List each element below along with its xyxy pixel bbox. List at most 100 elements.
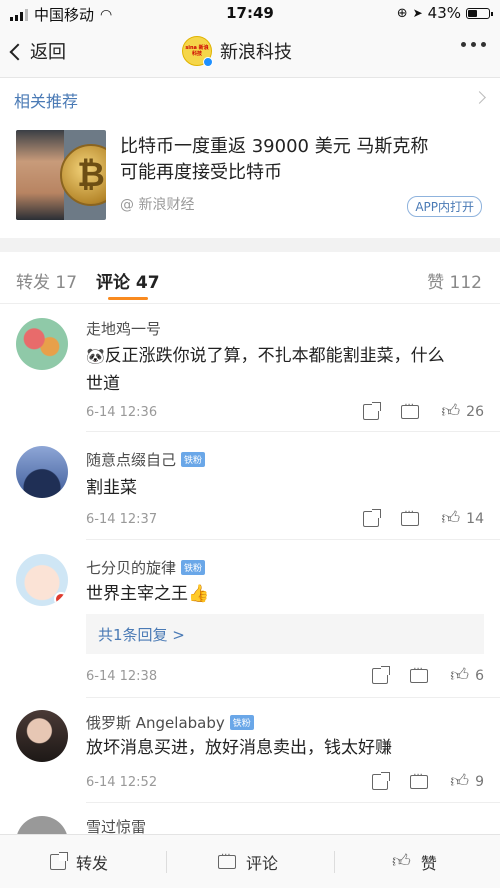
related-header[interactable]: 相关推荐	[0, 78, 500, 118]
reply-button[interactable]	[410, 770, 429, 789]
comment-user[interactable]: 七分贝的旋律 铁粉	[86, 557, 206, 578]
share-button[interactable]	[363, 402, 382, 420]
article-source: @ 新浪财经	[120, 197, 195, 213]
back-label: 返回	[30, 42, 66, 63]
avatar[interactable]	[16, 446, 68, 498]
chevron-left-icon	[9, 43, 27, 60]
fan-badge: 铁粉	[229, 715, 254, 730]
comment-icon	[410, 664, 429, 683]
comment-user[interactable]: 走地鸡一号	[86, 318, 161, 339]
orientation-lock-icon: ⊕	[396, 5, 408, 21]
avatar[interactable]	[16, 816, 68, 834]
more-options-icon[interactable]	[461, 42, 486, 47]
tab-bar: 转发 17 评论 47 赞 112	[0, 252, 500, 304]
section-divider	[0, 238, 500, 252]
open-in-app-button[interactable]: APP内打开	[407, 196, 482, 217]
reply-button[interactable]	[401, 507, 420, 526]
like-count: 6	[475, 668, 484, 684]
comment-time: 6-14 12:36	[86, 405, 158, 420]
vip-icon	[54, 592, 68, 606]
avatar[interactable]	[16, 710, 68, 762]
comment-actions: 👍︎ 9	[372, 770, 484, 792]
battery-icon	[466, 7, 493, 19]
like-button[interactable]: 👍︎ 14	[441, 510, 484, 528]
username[interactable]: 七分贝的旋律	[86, 557, 176, 578]
comment-item: 走地鸡一号 🐼反正涨跌你说了算，不扎本都能割韭菜，什么 世道 6-14 12:3…	[0, 304, 500, 432]
comment-icon	[218, 850, 236, 869]
article-title-line1: 比特币一度重返 39000 美元 马斯克称	[120, 136, 429, 157]
bottom-repost-button[interactable]: 转发	[50, 850, 108, 874]
thumbs-up-icon: 👍︎	[392, 851, 411, 872]
bitcoin-icon: ₿	[60, 144, 106, 206]
like-button[interactable]: 👍︎ 26	[441, 401, 484, 422]
back-button[interactable]: 返回	[9, 38, 66, 64]
share-button[interactable]	[363, 509, 382, 527]
verified-icon	[203, 57, 213, 67]
comment-user[interactable]: 俄罗斯 Angelababy 铁粉	[86, 712, 254, 733]
sina-logo: sina 新浪科技	[182, 36, 213, 67]
tab-likes[interactable]: 赞 112	[427, 268, 482, 293]
avatar[interactable]	[16, 318, 68, 370]
battery-percent: 43%	[427, 4, 461, 22]
active-tab-indicator	[108, 297, 148, 300]
bottom-comment-label: 评论	[246, 854, 279, 873]
username[interactable]: 俄罗斯 Angelababy	[86, 712, 225, 733]
comment-divider	[86, 802, 500, 803]
username[interactable]: 走地鸡一号	[86, 318, 161, 339]
share-button[interactable]	[372, 772, 391, 790]
bottom-like-label: 赞	[420, 854, 437, 873]
article-title-line2: 可能再度接受比特币	[120, 162, 282, 183]
article-title: 比特币一度重返 39000 美元 马斯克称 可能再度接受比特币	[120, 134, 482, 186]
related-label: 相关推荐	[14, 92, 79, 111]
avatar[interactable]	[16, 554, 68, 606]
comment-icon	[401, 507, 420, 526]
comment-item: 雪过惊雷	[0, 804, 500, 834]
username[interactable]: 随意点缀自己	[86, 449, 176, 470]
comment-text: 世界主宰之王👍	[86, 580, 484, 608]
thumbs-up-icon: 👍︎	[450, 771, 470, 792]
share-icon	[50, 852, 68, 870]
comment-icon	[410, 770, 429, 789]
like-count: 9	[475, 774, 484, 790]
comment-user[interactable]: 随意点缀自己 铁粉	[86, 449, 206, 470]
comment-time: 6-14 12:37	[86, 512, 158, 527]
bottom-comment-button[interactable]: 评论	[218, 850, 278, 874]
comment-item: 随意点缀自己 铁粉 割韭菜 6-14 12:37 👍︎ 14	[0, 432, 500, 540]
fan-badge: 铁粉	[181, 452, 206, 467]
bottom-divider	[166, 851, 167, 873]
bottom-like-button[interactable]: 👍︎ 赞	[392, 850, 437, 874]
article-thumbnail: ₿	[16, 130, 106, 220]
location-icon: ➤	[412, 6, 423, 20]
thumbs-up-emoji-icon: 👍	[188, 584, 210, 604]
share-button[interactable]	[372, 666, 391, 684]
tab-reposts[interactable]: 转发 17	[16, 268, 77, 293]
status-right: ⊕ ➤ 43%	[396, 4, 493, 22]
comment-item: 七分贝的旋律 铁粉 世界主宰之王👍 共1条回复 > 6-14 12:38 👍︎ 6	[0, 540, 500, 698]
nav-bar: 返回 sina 新浪科技 新浪科技	[0, 26, 500, 78]
thumbs-up-icon: 👍︎	[441, 401, 461, 422]
chevron-right-icon	[473, 91, 486, 104]
share-icon	[363, 402, 382, 420]
portrait-image	[16, 130, 64, 220]
tab-comments[interactable]: 评论 47	[96, 268, 160, 293]
comment-text-line2: 世道	[86, 374, 120, 394]
like-button[interactable]: 👍︎ 6	[450, 667, 484, 685]
comment-actions: 👍︎ 14	[363, 507, 484, 528]
like-button[interactable]: 👍︎ 9	[450, 771, 484, 792]
comment-text: 🐼反正涨跌你说了算，不扎本都能割韭菜，什么 世道	[86, 342, 484, 398]
nav-title-group[interactable]: sina 新浪科技 新浪科技	[182, 36, 292, 67]
comment-item: 俄罗斯 Angelababy 铁粉 放坏消息买进，放好消息卖出，钱太好赚 6-1…	[0, 698, 500, 804]
view-replies-button[interactable]: 共1条回复 >	[86, 614, 484, 654]
comment-text: 放坏消息买进，放好消息卖出，钱太好赚	[86, 738, 392, 758]
related-article-card[interactable]: ₿ 比特币一度重返 39000 美元 马斯克称 可能再度接受比特币 @ 新浪财经…	[0, 118, 500, 236]
bottom-repost-label: 转发	[76, 854, 109, 873]
reply-button[interactable]	[410, 664, 429, 683]
fan-badge: 铁粉	[181, 560, 206, 575]
reply-button[interactable]	[401, 400, 420, 419]
comment-user[interactable]: 雪过惊雷	[86, 816, 146, 834]
username[interactable]: 雪过惊雷	[86, 816, 146, 834]
emoji-icon: 🐼	[86, 347, 105, 365]
page-title: 新浪科技	[220, 42, 292, 63]
share-icon	[372, 666, 391, 684]
comment-text: 割韭菜	[86, 478, 137, 498]
